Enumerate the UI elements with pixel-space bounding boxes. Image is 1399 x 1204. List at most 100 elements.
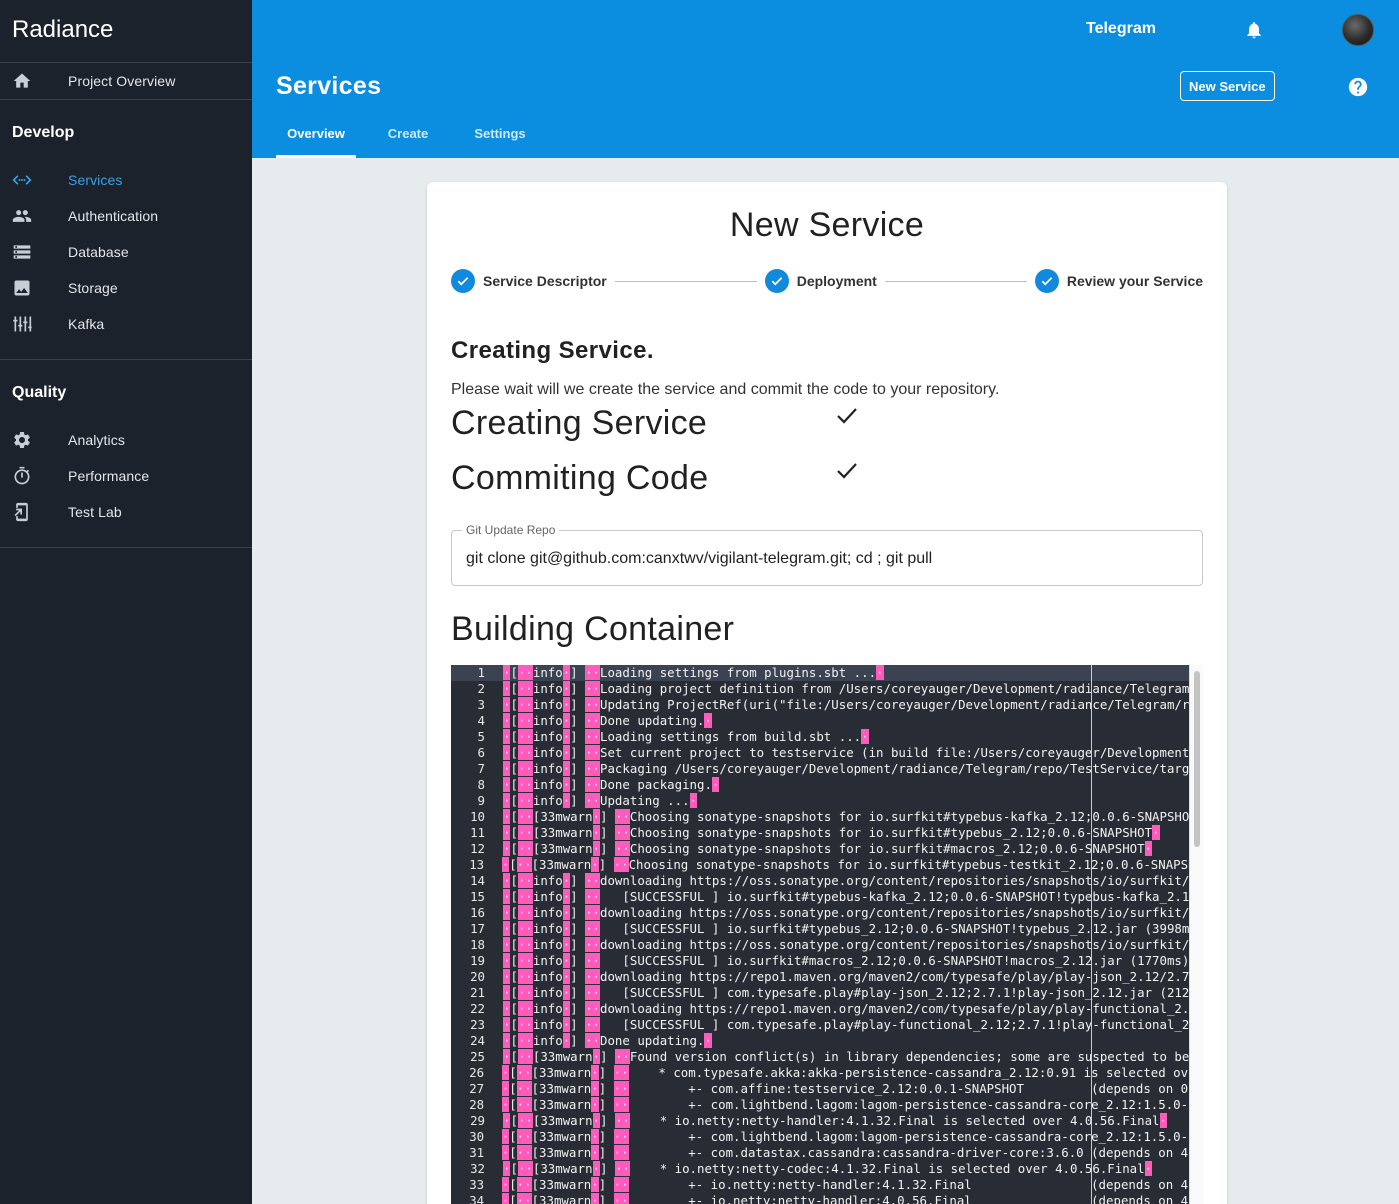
ansi-escape-mark: ··	[516, 1193, 532, 1204]
gutter	[487, 953, 503, 969]
ansi-escape-mark: ··	[585, 1001, 601, 1016]
ansi-escape-mark: ··	[516, 1177, 532, 1192]
code-icon	[0, 170, 68, 190]
check-circle-icon	[451, 269, 475, 293]
log-level: info	[532, 969, 563, 984]
creating-heading: Creating Service.	[451, 337, 654, 364]
sidebar-item-authentication[interactable]: Authentication	[0, 198, 252, 234]
log-level: [33mwarn	[531, 1145, 592, 1160]
ansi-escape-mark: ·	[562, 1017, 571, 1032]
project-selector[interactable]: Telegram	[1086, 20, 1156, 38]
ansi-escape-mark: ·	[562, 1033, 571, 1048]
sidebar-item-test-lab[interactable]: Test Lab	[0, 494, 252, 530]
log-level: info	[532, 953, 563, 968]
step-deployment[interactable]: Deployment	[764, 269, 877, 293]
log-text: ·[··[33mwarn·] ·· +- com.lightbend.lagom…	[501, 1097, 1203, 1112]
sidebar-item-storage[interactable]: Storage	[0, 270, 252, 306]
gutter	[487, 665, 503, 681]
log-message: Choosing sonatype-snapshots for io.surfk…	[629, 809, 1197, 824]
ansi-escape-mark: ·	[562, 777, 571, 792]
ansi-escape-mark: ··	[614, 841, 630, 856]
sidebar-item-label: Database	[68, 244, 129, 260]
log-message: Packaging /Users/coreyauger/Development/…	[600, 761, 1197, 776]
sidebar-item-label: Services	[68, 172, 123, 188]
sidebar-item-database[interactable]: Database	[0, 234, 252, 270]
ansi-escape-mark: ··	[517, 841, 533, 856]
field-value[interactable]: git clone git@github.com:canxtwv/vigilan…	[466, 550, 932, 568]
line-number: 8	[477, 777, 485, 792]
sidebar-item-label: Storage	[68, 280, 118, 296]
ansi-escape-mark: ··	[517, 777, 533, 792]
line-number: 4	[477, 713, 485, 728]
log-message: Choosing sonatype-snapshots for io.surfk…	[628, 857, 1203, 872]
ansi-escape-mark: ·	[591, 1177, 599, 1192]
line-number: 33	[469, 1177, 485, 1192]
log-text: ·[··[33mwarn·] ·· * io.netty:netty-handl…	[503, 1113, 1167, 1128]
gutter	[486, 1145, 502, 1161]
ansi-escape-mark: ·	[503, 1113, 511, 1128]
tab-overview[interactable]: Overview	[276, 112, 356, 158]
ansi-escape-mark: ·	[562, 873, 571, 888]
ansi-escape-mark: ·	[876, 665, 884, 680]
sidebar-item-project-overview[interactable]: Project Overview	[0, 63, 252, 99]
gutter	[487, 777, 503, 793]
ansi-escape-mark: ·	[503, 681, 511, 696]
sidebar-item-kafka[interactable]: Kafka	[0, 306, 252, 342]
ansi-escape-mark: ·	[503, 665, 511, 680]
ansi-escape-mark: ··	[517, 729, 533, 744]
notifications-icon[interactable]	[1244, 20, 1264, 45]
step-service-descriptor[interactable]: Service Descriptor	[451, 269, 607, 293]
scrollbar-thumb[interactable]	[1194, 671, 1200, 847]
build-log[interactable]: 1 ·[··info·] ··Loading settings from plug…	[451, 665, 1203, 1204]
log-text: ·[··[33mwarn·] ·· +- io.netty:netty-hand…	[501, 1177, 1203, 1192]
sidebar-item-analytics[interactable]: Analytics	[0, 422, 252, 458]
log-text: ·[··info·] ··downloading https://oss.son…	[503, 873, 1197, 888]
log-message: +- io.netty:netty-handler:4.0.56.Final (…	[628, 1193, 1203, 1204]
timer-icon	[0, 466, 68, 486]
new-service-button[interactable]: New Service	[1180, 71, 1275, 101]
ansi-escape-mark: ·	[503, 809, 511, 824]
home-icon	[0, 71, 68, 91]
sidebar-develop-section: Develop Services Authentication Database…	[0, 100, 252, 360]
avatar[interactable]	[1342, 14, 1374, 46]
check-icon	[835, 406, 859, 431]
gutter	[487, 937, 503, 953]
ansi-escape-mark: ·	[501, 1081, 510, 1096]
log-text: ·[··[33mwarn·] ··Choosing sonatype-snaps…	[501, 857, 1203, 872]
ansi-escape-mark: ·	[503, 1049, 511, 1064]
log-scrollbar[interactable]	[1189, 665, 1203, 1204]
help-icon[interactable]	[1347, 76, 1369, 103]
ansi-escape-mark: ·	[503, 969, 511, 984]
tab-settings[interactable]: Settings	[460, 112, 540, 158]
ansi-escape-mark: ·	[592, 841, 601, 856]
ansi-escape-mark: ·	[562, 713, 571, 728]
app-brand: Radiance	[0, 0, 252, 63]
ansi-escape-mark: ·	[503, 697, 511, 712]
sidebar: Radiance Project Overview Develop Servic…	[0, 0, 252, 1204]
field-label: Git Update Repo	[462, 523, 560, 537]
sidebar-item-performance[interactable]: Performance	[0, 458, 252, 494]
gutter	[486, 857, 502, 873]
ansi-escape-mark: ··	[517, 1033, 533, 1048]
ansi-escape-mark: ·	[562, 1001, 571, 1016]
log-level: info	[532, 1001, 563, 1016]
log-level: info	[532, 905, 563, 920]
gutter	[487, 1001, 503, 1017]
ansi-escape-mark: ·	[562, 953, 571, 968]
ansi-escape-mark: ·	[591, 1129, 599, 1144]
step-review-service[interactable]: Review your Service	[1034, 269, 1203, 293]
log-text: ·[··info·] ··Loading settings from build…	[503, 729, 869, 744]
ansi-escape-mark: ·	[501, 1193, 510, 1204]
sidebar-item-label: Authentication	[68, 208, 159, 224]
log-text: ·[··info·] ·· [SUCCESSFUL ] com.typesafe…	[503, 1017, 1197, 1032]
log-message: downloading https://oss.sonatype.org/con…	[600, 937, 1197, 952]
ansi-escape-mark: ··	[517, 1001, 533, 1016]
log-text: ·[··info·] ··Packaging /Users/coreyauger…	[503, 761, 1197, 776]
sidebar-item-services[interactable]: Services	[0, 162, 252, 198]
log-message: Updating ProjectRef(uri("file:/Users/cor…	[600, 697, 1197, 712]
tab-create[interactable]: Create	[368, 112, 448, 158]
ansi-escape-mark: ··	[517, 953, 533, 968]
log-text: ·[··info·] ··downloading https://repo1.m…	[503, 969, 1197, 984]
log-message: downloading https://repo1.maven.org/mave…	[600, 969, 1197, 984]
git-update-repo-field[interactable]: Git Update Repo git clone git@github.com…	[451, 523, 1203, 586]
